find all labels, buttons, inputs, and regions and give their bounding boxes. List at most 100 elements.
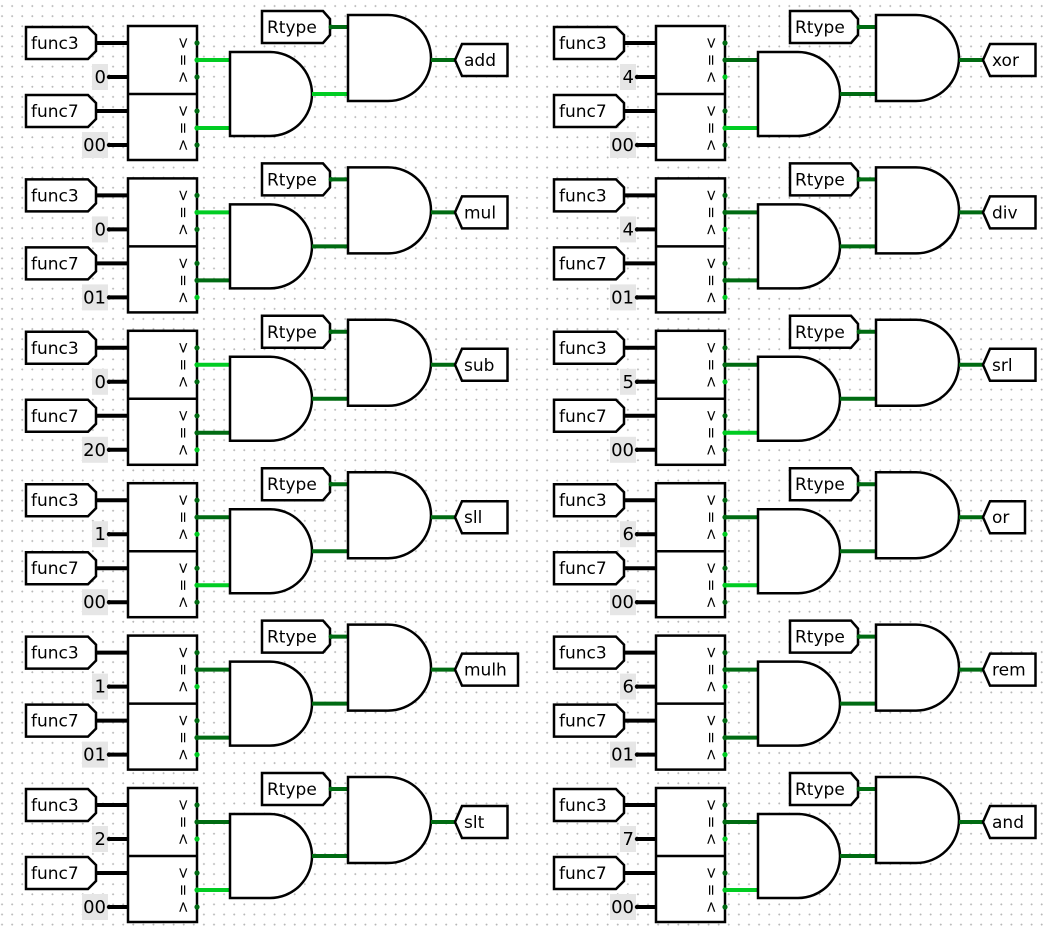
and-gate-2[interactable] (874, 318, 961, 408)
func7-constant[interactable]: 01 (82, 284, 128, 311)
output-tunnel-mul[interactable]: mul (453, 195, 509, 230)
and-gate-2[interactable] (346, 775, 433, 865)
and-gate-1[interactable] (756, 50, 842, 138)
rtype-tunnel[interactable]: Rtype (788, 466, 860, 502)
func7-tunnel[interactable]: func7 (552, 246, 626, 281)
func7-tunnel[interactable]: func7 (552, 398, 626, 434)
rtype-tunnel[interactable]: Rtype (788, 314, 860, 350)
rtype-tunnel[interactable]: Rtype (788, 619, 860, 654)
func3-constant[interactable]: 0 (92, 368, 128, 395)
func7-tunnel[interactable]: func7 (552, 703, 626, 738)
rtype-tunnel[interactable]: Rtype (260, 771, 332, 807)
func3-constant[interactable]: 0 (92, 64, 128, 90)
func3-tunnel[interactable]: func3 (552, 482, 626, 518)
func3-tunnel[interactable]: func3 (24, 178, 98, 213)
func7-constant[interactable]: 00 (82, 589, 128, 616)
func7-tunnel[interactable]: func7 (24, 550, 98, 586)
and-gate-2[interactable] (346, 470, 433, 560)
rtype-tunnel[interactable]: Rtype (788, 771, 860, 807)
func7-constant[interactable]: 20 (82, 436, 128, 463)
and-gate-1[interactable] (756, 812, 842, 900)
and-gate-1[interactable] (756, 203, 842, 290)
func7-constant[interactable]: 00 (82, 894, 128, 920)
and-gate-2[interactable] (874, 775, 961, 865)
func3-tunnel[interactable]: func3 (552, 787, 626, 823)
func3-constant[interactable]: 4 (620, 216, 656, 243)
output-tunnel-srl[interactable]: srl (981, 347, 1037, 383)
rtype-tunnel[interactable]: Rtype (260, 162, 332, 197)
func7-tunnel[interactable]: func7 (24, 246, 98, 281)
func3-tunnel[interactable]: func3 (24, 482, 98, 518)
output-tunnel-add[interactable]: add (453, 42, 509, 78)
func3-constant[interactable]: 4 (620, 64, 656, 90)
func7-constant-pin (634, 752, 640, 757)
and-gate-1[interactable] (228, 50, 314, 138)
output-tunnel-rem[interactable]: rem (981, 652, 1037, 687)
func3-tunnel[interactable]: func3 (24, 787, 98, 823)
func3-constant[interactable]: 6 (620, 673, 656, 700)
func7-tunnel[interactable]: func7 (24, 855, 98, 891)
and-gate-1[interactable] (756, 355, 842, 443)
and-gate-2[interactable] (874, 470, 961, 560)
func7-constant[interactable]: 00 (82, 132, 128, 158)
output-tunnel-and[interactable]: and (981, 804, 1037, 840)
and-gate-2[interactable] (346, 623, 433, 712)
rtype-tunnel[interactable]: Rtype (260, 9, 332, 45)
func7-tunnel[interactable]: func7 (552, 93, 626, 129)
lt-label: < (175, 376, 193, 389)
and-gate-2[interactable] (874, 13, 961, 103)
rtype-tunnel[interactable]: Rtype (260, 619, 332, 654)
and-gate-1[interactable] (756, 660, 842, 747)
func7-tunnel[interactable]: func7 (552, 550, 626, 586)
gt-label: > (703, 105, 721, 118)
func3-tunnel[interactable]: func3 (24, 25, 98, 61)
func3-tunnel[interactable]: func3 (552, 635, 626, 670)
and-gate-1[interactable] (228, 355, 314, 443)
rtype-tunnel[interactable]: Rtype (788, 162, 860, 197)
and-gate-2[interactable] (346, 13, 433, 103)
func3-tunnel[interactable]: func3 (24, 330, 98, 366)
func3-tunnel[interactable]: func3 (24, 635, 98, 670)
func3-tunnel[interactable]: func3 (552, 25, 626, 61)
func7-tunnel[interactable]: func7 (24, 398, 98, 434)
and-gate-2[interactable] (346, 318, 433, 408)
func7-constant[interactable]: 01 (610, 741, 656, 768)
func7-tunnel[interactable]: func7 (24, 93, 98, 129)
rtype-tunnel[interactable]: Rtype (260, 314, 332, 350)
func7-tunnel[interactable]: func7 (552, 855, 626, 891)
output-tunnel-mulh[interactable]: mulh (453, 652, 520, 687)
output-tunnel-sll[interactable]: sll (453, 499, 509, 535)
and-gate-1[interactable] (756, 507, 842, 595)
func3-constant[interactable]: 1 (92, 521, 128, 548)
output-tunnel-slt[interactable]: slt (453, 804, 509, 840)
and-gate-2[interactable] (346, 166, 433, 255)
func7-constant[interactable]: 00 (610, 132, 656, 158)
rtype-tunnel[interactable]: Rtype (260, 466, 332, 502)
func7-constant[interactable]: 00 (610, 894, 656, 920)
and-gate-2[interactable] (874, 623, 961, 712)
output-tunnel-div[interactable]: div (981, 195, 1037, 230)
func3-tunnel[interactable]: func3 (552, 178, 626, 213)
func3-constant[interactable]: 5 (620, 368, 656, 395)
output-tunnel-xor[interactable]: xor (981, 42, 1037, 78)
func7-constant[interactable]: 00 (610, 589, 656, 616)
and-gate-1[interactable] (228, 660, 314, 747)
and-gate-1[interactable] (228, 507, 314, 595)
func3-constant[interactable]: 0 (92, 216, 128, 243)
func3-constant[interactable]: 1 (92, 673, 128, 700)
func7-constant[interactable]: 00 (610, 436, 656, 463)
func3-constant[interactable]: 7 (620, 826, 656, 852)
and-gate-2[interactable] (874, 166, 961, 255)
func7-constant[interactable]: 01 (82, 741, 128, 768)
func7-constant[interactable]: 01 (610, 284, 656, 311)
and-gate-1[interactable] (228, 812, 314, 900)
output-tunnel-or[interactable]: or (981, 499, 1027, 535)
func7-tunnel[interactable]: func7 (24, 703, 98, 738)
output-tunnel-sub[interactable]: sub (453, 347, 509, 383)
circuit-canvas[interactable]: > = < > = < func3 func7 0 00 Rtype add > = < > = < func3 fu… (0, 0, 1048, 932)
rtype-tunnel[interactable]: Rtype (788, 9, 860, 45)
and-gate-1[interactable] (228, 203, 314, 290)
func3-constant[interactable]: 2 (92, 826, 128, 852)
func3-tunnel[interactable]: func3 (552, 330, 626, 366)
func3-constant[interactable]: 6 (620, 521, 656, 548)
